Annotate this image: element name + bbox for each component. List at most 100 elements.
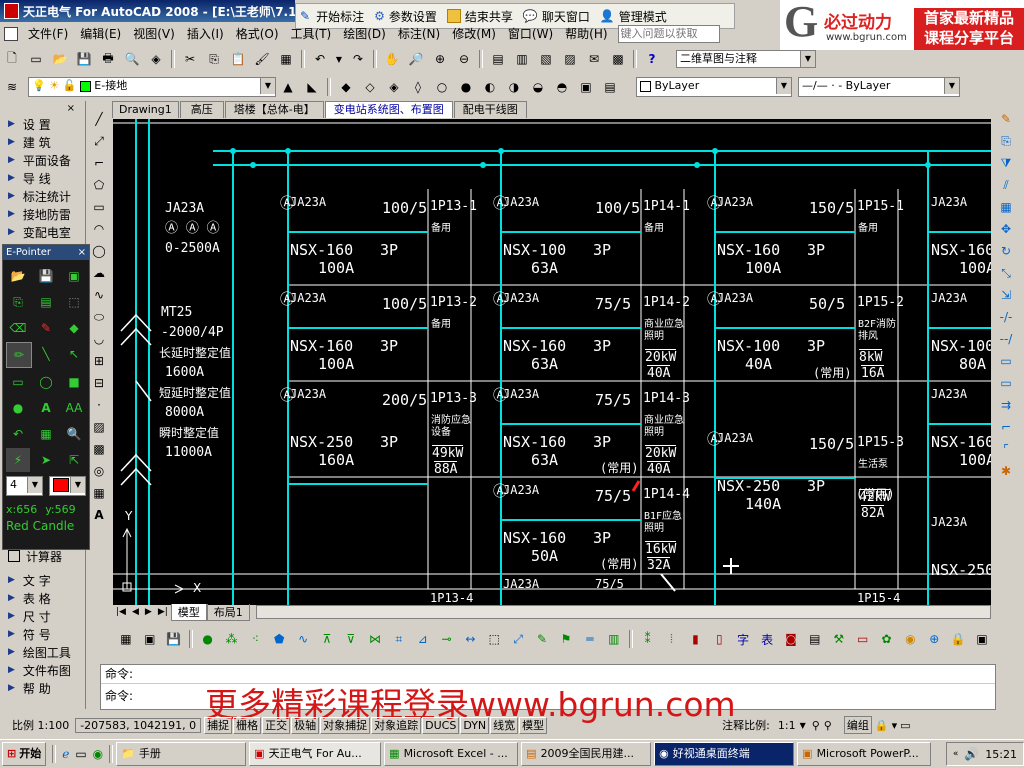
menu-view[interactable]: 视图(V) bbox=[127, 25, 181, 43]
scale-icon[interactable]: ⤡ bbox=[995, 262, 1017, 284]
scroll-first-icon[interactable]: |◀ bbox=[116, 607, 126, 617]
tz-tool-36-icon[interactable]: ▣ bbox=[971, 628, 993, 650]
sidebar-item-substation[interactable]: ▶ 变配电室 bbox=[0, 223, 85, 241]
menu-file[interactable]: 文件(F) bbox=[22, 25, 74, 43]
ep-screen-icon[interactable]: ▣ bbox=[62, 264, 86, 288]
polyline-icon[interactable]: ⌐ bbox=[88, 152, 110, 174]
sidebar-item-building[interactable]: ▶ 建 筑 bbox=[0, 133, 85, 151]
snap-toggle[interactable]: 捕捉 bbox=[204, 716, 233, 734]
start-button[interactable]: ⊞ 开始 bbox=[2, 742, 47, 766]
tz-tool-2-icon[interactable]: ▣ bbox=[139, 628, 161, 650]
plot-preview-icon[interactable]: 🔍 bbox=[121, 48, 143, 70]
ep-marquee-icon[interactable]: ⬚ bbox=[62, 290, 86, 314]
tz-tool-31-icon[interactable]: ▭ bbox=[852, 628, 874, 650]
ep-color-select[interactable]: ▼ bbox=[49, 476, 86, 496]
tz-tool-26-icon[interactable]: 字 bbox=[732, 628, 754, 650]
fillet-icon[interactable]: ⌜ bbox=[995, 438, 1017, 460]
ep-pen-icon[interactable]: ✏ bbox=[6, 342, 32, 368]
make-current-icon[interactable]: ▲ bbox=[277, 76, 299, 98]
tz-tool-32-icon[interactable]: ✿ bbox=[876, 628, 898, 650]
layer-tool-6-icon[interactable]: ● bbox=[455, 76, 477, 98]
layer-manager-icon[interactable]: ≋ bbox=[1, 76, 23, 98]
tab-drawing1[interactable]: Drawing1 bbox=[112, 100, 179, 118]
break-point-icon[interactable]: ▭ bbox=[995, 350, 1017, 372]
sidebar-item-annotate-stats[interactable]: ▶ 标注统计 bbox=[0, 187, 85, 205]
gradient-icon[interactable]: ▩ bbox=[88, 438, 110, 460]
layer-tool-5-icon[interactable]: ○ bbox=[431, 76, 453, 98]
layer-tool-10-icon[interactable]: ◓ bbox=[551, 76, 573, 98]
tz-tool-19-icon[interactable]: ⚑ bbox=[555, 628, 577, 650]
anno-visibility-icon[interactable]: ⚲ bbox=[812, 719, 820, 732]
ellipse-arc-icon[interactable]: ◡ bbox=[88, 328, 110, 350]
qnew-icon[interactable]: ▭ bbox=[25, 48, 47, 70]
cut-icon[interactable]: ✂ bbox=[179, 48, 201, 70]
publish-icon[interactable]: ◈ bbox=[145, 48, 167, 70]
menu-dimension[interactable]: 标注(N) bbox=[392, 25, 446, 43]
menu-edit[interactable]: 编辑(E) bbox=[74, 25, 127, 43]
explode-icon[interactable]: ✱ bbox=[995, 460, 1017, 482]
taskbar-item-manual[interactable]: 📁 手册 bbox=[116, 742, 247, 766]
close-icon[interactable]: × bbox=[78, 247, 86, 258]
lineweight-toggle[interactable]: 线宽 bbox=[490, 716, 519, 734]
layer-select[interactable]: 💡 ☀ 🔓 E-接地 ▼ bbox=[28, 77, 276, 97]
chamfer-icon[interactable]: ⌐ bbox=[995, 416, 1017, 438]
help-icon[interactable]: ? bbox=[641, 48, 663, 70]
lock-icon[interactable]: 🔒 bbox=[875, 719, 889, 732]
ep-marker-icon[interactable]: ✎ bbox=[34, 316, 58, 340]
tz-tool-9-icon[interactable]: ⊼ bbox=[316, 628, 338, 650]
layer-tool-1-icon[interactable]: ◆ bbox=[335, 76, 357, 98]
anno-scale-value[interactable]: 1:1 bbox=[778, 719, 796, 732]
tab-substation-active[interactable]: 变电站系统图、布置图 bbox=[324, 100, 453, 118]
tz-tool-21-icon[interactable]: ▥ bbox=[603, 628, 625, 650]
menu-format[interactable]: 格式(O) bbox=[230, 25, 285, 43]
grid-toggle[interactable]: 栅格 bbox=[233, 716, 262, 734]
tz-tool-11-icon[interactable]: ⋈ bbox=[364, 628, 386, 650]
tab-distribution[interactable]: 配电干线图 bbox=[453, 100, 527, 118]
taskbar-item-excel[interactable]: ▦ Microsoft Excel - ... bbox=[384, 742, 519, 766]
layer-previous-icon[interactable]: ◣ bbox=[301, 76, 323, 98]
ep-text-icon[interactable]: A bbox=[34, 396, 58, 420]
ep-zoom-icon[interactable]: 🔍 bbox=[62, 422, 86, 446]
remote-btn-stop-share[interactable]: 结束共享 bbox=[446, 8, 513, 25]
array-icon[interactable]: ▦ bbox=[995, 196, 1017, 218]
tz-tool-1-icon[interactable]: ▦ bbox=[115, 628, 137, 650]
tz-tool-4-icon[interactable]: ● bbox=[197, 628, 219, 650]
open-icon[interactable]: 📂 bbox=[49, 48, 71, 70]
menu-help[interactable]: 帮助(H) bbox=[559, 25, 613, 43]
move-icon[interactable]: ✥ bbox=[995, 218, 1017, 240]
tab-layout1[interactable]: 布局1 bbox=[206, 603, 250, 621]
ortho-toggle[interactable]: 正交 bbox=[262, 716, 291, 734]
help-search-input[interactable] bbox=[617, 25, 720, 43]
undo-icon[interactable]: ↶ bbox=[309, 48, 331, 70]
sidebar-item-table[interactable]: ▶ 表 格 bbox=[0, 589, 86, 607]
menu-insert[interactable]: 插入(I) bbox=[181, 25, 230, 43]
sheet-set-icon[interactable]: ▨ bbox=[559, 48, 581, 70]
tz-tool-16-icon[interactable]: ⬚ bbox=[483, 628, 505, 650]
ep-eraser-icon[interactable]: ⌫ bbox=[6, 316, 30, 340]
remote-btn-admin[interactable]: 👤 管理模式 bbox=[600, 8, 667, 25]
copy-object-icon[interactable]: ⎘ bbox=[995, 130, 1017, 152]
menu-draw[interactable]: 绘图(D) bbox=[337, 25, 392, 43]
volume-icon[interactable]: 🔊 bbox=[964, 747, 979, 761]
circle-icon[interactable]: ◯ bbox=[88, 240, 110, 262]
redo-icon[interactable]: ↷ bbox=[347, 48, 369, 70]
taskbar-item-tianzheng[interactable]: ▣ 天正电气 For Au... bbox=[249, 742, 382, 766]
offset-icon[interactable]: ⫽ bbox=[995, 174, 1017, 196]
menu-window[interactable]: 窗口(W) bbox=[502, 25, 559, 43]
join-icon[interactable]: ⇉ bbox=[995, 394, 1017, 416]
menu-modify[interactable]: 修改(M) bbox=[446, 25, 502, 43]
tab-model[interactable]: 模型 bbox=[170, 603, 207, 621]
tz-tool-22-icon[interactable]: ⁑ bbox=[637, 628, 659, 650]
layer-tool-2-icon[interactable]: ◇ bbox=[359, 76, 381, 98]
chevron-down-icon[interactable]: ▼ bbox=[800, 721, 806, 730]
tab-tower[interactable]: 塔楼【总体-电】 bbox=[224, 100, 324, 118]
revcloud-icon[interactable]: ☁ bbox=[88, 262, 110, 284]
tz-tool-34-icon[interactable]: ⊕ bbox=[923, 628, 945, 650]
ep-ellipse-icon[interactable]: ◯ bbox=[34, 370, 58, 394]
construction-line-icon[interactable]: ⤢ bbox=[88, 130, 110, 152]
ep-outline-text-icon[interactable]: AA bbox=[62, 396, 86, 420]
match-prop-icon[interactable]: 🖌 bbox=[251, 48, 273, 70]
region-icon[interactable]: ◎ bbox=[88, 460, 110, 482]
layer-tool-12-icon[interactable]: ▤ bbox=[599, 76, 621, 98]
taskbar-item-building-code[interactable]: ▤ 2009全国民用建... bbox=[521, 742, 652, 766]
